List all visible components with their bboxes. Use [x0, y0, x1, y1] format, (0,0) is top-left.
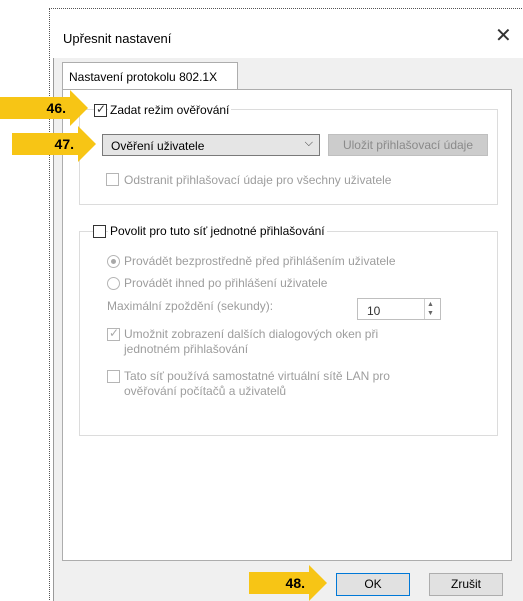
sso-checkbox[interactable]: [93, 225, 106, 238]
save-credentials-button[interactable]: Uložit přihlašovací údaje: [328, 134, 488, 156]
vlan-checkbox[interactable]: [107, 370, 120, 383]
callout-47-label: 47.: [12, 133, 78, 155]
callout-arrow-icon: [78, 126, 96, 162]
cancel-button[interactable]: Zrušit: [429, 573, 503, 596]
callout-46-label: 46.: [0, 97, 70, 119]
allow-dialogs-label-line2: jednotném přihlašování: [124, 342, 249, 356]
auth-mode-select-value: Ověření uživatele: [111, 139, 205, 153]
sso-label: Povolit pro tuto síť jednotné přihlašová…: [108, 224, 327, 238]
stepper-arrows: ▲ ▼: [424, 299, 440, 319]
auth-mode-group: [79, 109, 498, 205]
allow-dialogs-checkbox[interactable]: ✓: [107, 326, 120, 341]
radio-before-logon[interactable]: [107, 255, 120, 268]
callout-48-label: 48.: [249, 572, 309, 594]
spin-down-icon[interactable]: ▼: [427, 310, 434, 317]
callout-arrow-icon: [70, 90, 88, 126]
check-icon: ✓: [109, 326, 120, 340]
auth-mode-select[interactable]: Ověření uživatele ⌵: [102, 134, 320, 156]
radio-before-logon-label: Provádět bezprostředně před přihlášením …: [124, 254, 396, 268]
dialog-title: Upřesnit nastavení: [63, 31, 172, 46]
radio-after-logon[interactable]: [107, 277, 120, 290]
max-delay-value: 10: [367, 304, 381, 318]
remove-credentials-checkbox[interactable]: [106, 173, 119, 186]
vlan-label-line1: Tato síť používá samostatné virtuální sí…: [124, 369, 390, 383]
auth-mode-label: Zadat režim ověřování: [108, 103, 232, 117]
tab-label: Nastavení protokolu 802.1X: [69, 70, 218, 84]
close-icon[interactable]: ✕: [495, 23, 512, 48]
radio-after-logon-label: Provádět ihned po přihlášení uživatele: [124, 276, 328, 290]
max-delay-label: Maximální zpoždění (sekundy):: [107, 299, 274, 313]
max-delay-stepper[interactable]: 10 ▲ ▼: [357, 298, 441, 320]
check-icon: ✓: [96, 102, 107, 116]
chevron-down-icon: ⌵: [304, 137, 313, 149]
allow-dialogs-label-line1: Umožnit zobrazení dalších dialogových ok…: [124, 327, 379, 341]
auth-mode-checkbox[interactable]: ✓: [94, 102, 107, 117]
title-bar: Upřesnit nastavení ✕: [53, 14, 523, 58]
tab-8021x-settings[interactable]: Nastavení protokolu 802.1X: [62, 62, 238, 90]
spin-up-icon[interactable]: ▲: [427, 301, 434, 308]
ok-button[interactable]: OK: [336, 573, 410, 596]
vlan-label-line2: ověřování počítačů a uživatelů: [124, 384, 287, 398]
remove-credentials-label: Odstranit přihlašovací údaje pro všechny…: [124, 173, 392, 187]
radio-selected-dot: [111, 259, 116, 264]
callout-arrow-icon: [309, 565, 327, 601]
